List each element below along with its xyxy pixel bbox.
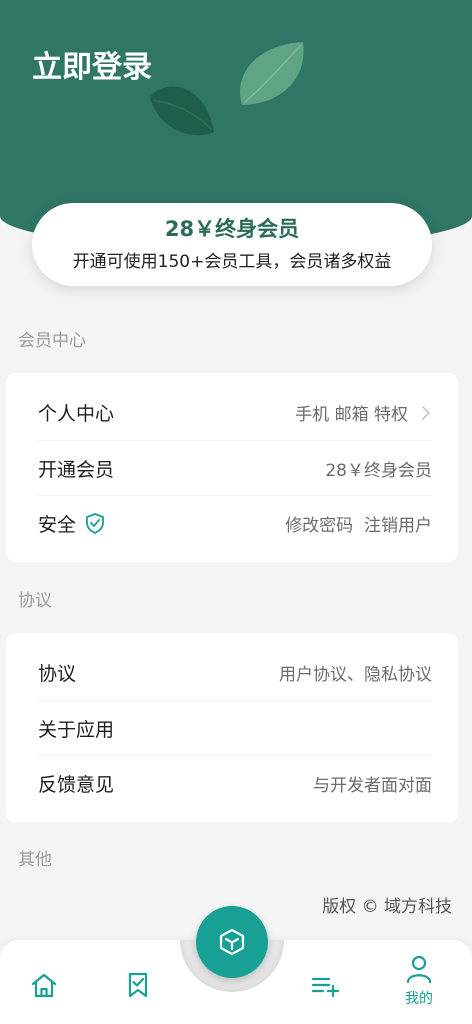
center-action-button[interactable] <box>196 906 268 978</box>
list-item-agreements[interactable]: 协议 用户协议、隐私协议 <box>38 645 432 700</box>
list-item-feedback[interactable]: 反馈意见 与开发者面对面 <box>38 755 432 810</box>
row-label: 关于应用 <box>38 718 115 741</box>
list-item-security[interactable]: 安全 修改密码 注销用户 <box>38 495 432 550</box>
section-label-member: 会员中心 <box>18 331 86 351</box>
vip-banner-subtitle: 开通可使用150+会员工具，会员诸多权益 <box>72 252 392 272</box>
nav-bookmarks[interactable] <box>118 965 158 1005</box>
list-item-about[interactable]: 关于应用 <box>38 700 432 755</box>
row-value: 28￥终身会员 <box>325 460 432 481</box>
row-label: 安全 <box>38 513 77 536</box>
nav-me[interactable]: 我的 <box>389 954 449 1020</box>
row-value: 与开发者面对面 <box>313 775 432 796</box>
home-icon <box>31 973 57 998</box>
login-button[interactable]: 立即登录 <box>32 48 152 88</box>
nav-me-label: 我的 <box>405 991 433 1007</box>
copyright-text: 版权 © 域方科技 <box>322 897 452 917</box>
bookmark-check-icon <box>128 972 148 998</box>
vip-banner[interactable]: 28￥终身会员 开通可使用150+会员工具，会员诸多权益 <box>32 203 432 286</box>
row-label: 开通会员 <box>38 458 115 481</box>
cube-icon <box>219 928 245 956</box>
leaf-decoration <box>150 42 304 136</box>
row-label: 个人中心 <box>38 403 115 425</box>
nav-playlist[interactable] <box>305 965 345 1005</box>
profile-screen: 立即登录 28￥终身会员 开通可使用150+会员工具，会员诸多权益 会员中心 个… <box>0 0 472 1024</box>
person-icon <box>406 955 432 984</box>
member-card: 个人中心 手机 邮箱 特权 开通会员 28￥终身会员 安全 修改密码 注销用户 <box>6 373 458 562</box>
dark-leaf-icon <box>150 86 214 136</box>
playlist-add-icon <box>311 977 340 998</box>
vip-banner-title: 28￥终身会员 <box>164 217 300 241</box>
row-value: 修改密码 注销用户 <box>285 515 432 536</box>
agreements-card: 协议 用户协议、隐私协议 关于应用 反馈意见 与开发者面对面 <box>6 633 458 822</box>
row-value: 用户协议、隐私协议 <box>279 665 432 685</box>
list-item-membership[interactable]: 开通会员 28￥终身会员 <box>38 440 432 495</box>
chevron-right-icon <box>420 405 432 421</box>
list-item-profile[interactable]: 个人中心 手机 邮箱 特权 <box>38 385 432 440</box>
section-label-other: 其他 <box>18 850 52 870</box>
row-value: 手机 邮箱 特权 <box>295 405 408 425</box>
row-label: 反馈意见 <box>38 773 115 796</box>
nav-home[interactable] <box>24 965 64 1005</box>
section-label-agreements: 协议 <box>18 591 52 611</box>
row-label: 协议 <box>38 663 77 685</box>
shield-check-icon <box>84 512 106 534</box>
